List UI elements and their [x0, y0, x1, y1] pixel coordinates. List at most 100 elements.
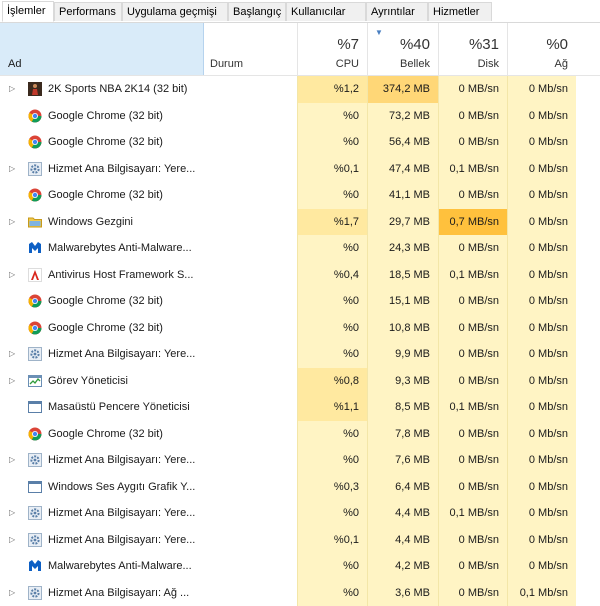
process-network: 0 Mb/sn	[507, 76, 576, 103]
process-name: Google Chrome (32 bit)	[48, 129, 163, 155]
process-row[interactable]: ▷Hizmet Ana Bilgisayarı: Yere...%0,147,4…	[0, 156, 600, 183]
process-name: Google Chrome (32 bit)	[48, 315, 163, 341]
process-status	[204, 103, 297, 130]
process-row[interactable]: ▷2K Sports NBA 2K14 (32 bit)%1,2374,2 MB…	[0, 76, 600, 103]
process-network: 0 Mb/sn	[507, 156, 576, 183]
column-header-name-label: Ad	[8, 58, 21, 70]
process-row[interactable]: Malwarebytes Anti-Malware...%024,3 MB0 M…	[0, 235, 600, 262]
process-name: Google Chrome (32 bit)	[48, 182, 163, 208]
process-row[interactable]: Google Chrome (32 bit)%010,8 MB0 MB/sn0 …	[0, 315, 600, 342]
process-network: 0 Mb/sn	[507, 394, 576, 421]
process-status	[204, 288, 297, 315]
expand-chevron-icon[interactable]: ▷	[9, 500, 15, 526]
process-memory: 18,5 MB	[367, 262, 438, 289]
expand-chevron-icon[interactable]: ▷	[9, 156, 15, 182]
process-row[interactable]: ▷Hizmet Ana Bilgisayarı: Yere...%07,6 MB…	[0, 447, 600, 474]
process-name-cell: Google Chrome (32 bit)	[0, 182, 204, 209]
tab-2[interactable]: Performans	[54, 2, 122, 21]
expand-chevron-icon[interactable]: ▷	[9, 262, 15, 288]
process-row[interactable]: ▷Hizmet Ana Bilgisayarı: Yere...%09,9 MB…	[0, 341, 600, 368]
process-row[interactable]: ▷Hizmet Ana Bilgisayarı: Ağ ...%03,6 MB0…	[0, 580, 600, 606]
expand-chevron-icon[interactable]: ▷	[9, 580, 15, 606]
column-header-disk[interactable]: %31 Disk	[438, 23, 507, 75]
sort-descending-icon: ▼	[375, 28, 383, 37]
process-name: Malwarebytes Anti-Malware...	[48, 553, 192, 579]
process-row[interactable]: Google Chrome (32 bit)%041,1 MB0 MB/sn0 …	[0, 182, 600, 209]
process-cpu: %0	[297, 553, 367, 580]
process-row[interactable]: ▷Görev Yöneticisi%0,89,3 MB0 MB/sn0 Mb/s…	[0, 368, 600, 395]
process-status	[204, 129, 297, 156]
expand-chevron-icon[interactable]: ▷	[9, 447, 15, 473]
process-name-cell: Google Chrome (32 bit)	[0, 129, 204, 156]
disk-column-label: Disk	[478, 58, 499, 70]
process-row[interactable]: Malwarebytes Anti-Malware...%04,2 MB0 MB…	[0, 553, 600, 580]
process-status	[204, 235, 297, 262]
process-status	[204, 156, 297, 183]
column-header-cpu[interactable]: %7 CPU	[297, 23, 367, 75]
memory-total-percent: %40	[400, 36, 430, 53]
process-name-cell: ▷ Hizmet Ana Bilgisayarı: Yere...	[0, 500, 204, 527]
process-disk: 0 MB/sn	[438, 580, 507, 606]
expand-chevron-icon[interactable]: ▷	[9, 368, 15, 394]
process-cpu: %0	[297, 341, 367, 368]
process-network: 0 Mb/sn	[507, 421, 576, 448]
gear-service-icon	[28, 506, 42, 520]
gear-service-icon	[28, 586, 42, 600]
process-name-cell: Google Chrome (32 bit)	[0, 421, 204, 448]
process-cpu: %1,1	[297, 394, 367, 421]
process-memory: 8,5 MB	[367, 394, 438, 421]
process-disk: 0 MB/sn	[438, 341, 507, 368]
process-cpu: %0,1	[297, 527, 367, 554]
process-row[interactable]: Windows Ses Aygıtı Grafik Y...%0,36,4 MB…	[0, 474, 600, 501]
process-row[interactable]: Masaüstü Pencere Yöneticisi%1,18,5 MB0,1…	[0, 394, 600, 421]
process-row[interactable]: ▷Antivirus Host Framework S...%0,418,5 M…	[0, 262, 600, 289]
process-name: Hizmet Ana Bilgisayarı: Yere...	[48, 500, 195, 526]
process-name: Hizmet Ana Bilgisayarı: Yere...	[48, 447, 195, 473]
process-cpu: %0	[297, 421, 367, 448]
process-row[interactable]: Google Chrome (32 bit)%056,4 MB0 MB/sn0 …	[0, 129, 600, 156]
tab-5[interactable]: Kullanıcılar	[286, 2, 366, 21]
column-header-memory[interactable]: ▼ %40 Bellek	[367, 23, 438, 75]
expand-chevron-icon[interactable]: ▷	[9, 527, 15, 553]
process-memory: 7,8 MB	[367, 421, 438, 448]
process-network: 0,1 Mb/sn	[507, 580, 576, 606]
chrome-icon	[28, 294, 42, 308]
window-manager-icon	[28, 400, 42, 414]
process-name-cell: ▷ Hizmet Ana Bilgisayarı: Yere...	[0, 527, 204, 554]
process-row[interactable]: ▷Windows Gezgini%1,729,7 MB0,7 MB/sn0 Mb…	[0, 209, 600, 236]
process-row[interactable]: Google Chrome (32 bit)%015,1 MB0 MB/sn0 …	[0, 288, 600, 315]
expand-chevron-icon[interactable]: ▷	[9, 341, 15, 367]
malwarebytes-icon	[28, 559, 42, 573]
process-name-cell: ▷Windows Gezgini	[0, 209, 204, 236]
column-header-network[interactable]: %0 Ağ	[507, 23, 576, 75]
process-status	[204, 580, 297, 606]
tab-7[interactable]: Hizmetler	[428, 2, 492, 21]
cpu-total-percent: %7	[337, 36, 359, 53]
process-name: Hizmet Ana Bilgisayarı: Yere...	[48, 527, 195, 553]
process-status	[204, 553, 297, 580]
process-name-cell: ▷Hizmet Ana Bilgisayarı: Yere...	[0, 156, 204, 183]
tab-6[interactable]: Ayrıntılar	[366, 2, 428, 21]
task-manager-icon	[28, 374, 42, 388]
process-name-cell: ▷Antivirus Host Framework S...	[0, 262, 204, 289]
process-status	[204, 341, 297, 368]
process-memory: 9,3 MB	[367, 368, 438, 395]
tab-4[interactable]: Başlangıç	[228, 2, 286, 21]
process-status	[204, 474, 297, 501]
process-row[interactable]: Google Chrome (32 bit)%073,2 MB0 MB/sn0 …	[0, 103, 600, 130]
column-header-status[interactable]: Durum	[204, 23, 297, 75]
process-row[interactable]: ▷Hizmet Ana Bilgisayarı: Yere...%0,14,4 …	[0, 527, 600, 554]
process-status	[204, 368, 297, 395]
process-name-cell: Google Chrome (32 bit)	[0, 315, 204, 342]
process-row[interactable]: Google Chrome (32 bit) %07,8 MB0 MB/sn0 M…	[0, 421, 600, 448]
cpu-column-label: CPU	[336, 58, 359, 70]
process-row[interactable]: ▷Hizmet Ana Bilgisayarı: Yere...%04,4 MB…	[0, 500, 600, 527]
tab-3[interactable]: Uygulama geçmişi	[122, 2, 228, 21]
process-disk: 0 MB/sn	[438, 421, 507, 448]
chrome-icon	[28, 427, 42, 441]
expand-chevron-icon[interactable]: ▷	[9, 76, 15, 102]
column-header-name[interactable]: Ad	[0, 23, 204, 75]
scrollbar-track[interactable]	[576, 76, 600, 597]
expand-chevron-icon[interactable]: ▷	[9, 209, 15, 235]
tab-1[interactable]: İşlemler	[2, 1, 54, 22]
